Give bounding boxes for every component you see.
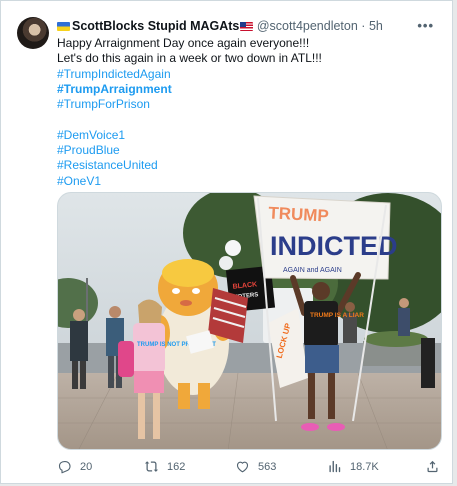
tweet-header: ScottBlocks Stupid MAGAts @scott4pendlet…	[57, 17, 438, 35]
views-chart-icon	[329, 460, 341, 473]
banner-small-text: AGAIN and AGAIN	[283, 267, 342, 274]
views-count: 18.7K	[350, 460, 379, 473]
repost-count: 162	[167, 460, 186, 473]
ukraine-flag-icon	[57, 22, 70, 31]
heart-icon	[236, 461, 249, 473]
text-line: Happy Arraignment Day once again everyon…	[57, 36, 310, 50]
tweet-card[interactable]: ScottBlocks Stupid MAGAts @scott4pendlet…	[0, 0, 453, 484]
handle[interactable]: @scott4pendleton	[257, 19, 358, 33]
hashtag-link[interactable]: #TrumpForPrison	[57, 97, 436, 112]
hashtag-link[interactable]: #TrumpArraignment	[57, 82, 436, 97]
hashtag-link[interactable]: #ResistanceUnited	[57, 158, 436, 173]
separator: ·	[361, 19, 366, 33]
street-sign	[421, 338, 435, 388]
repost-action[interactable]: 162	[144, 459, 185, 474]
shirt-text: TRUMP IS A LIAR	[310, 312, 364, 319]
reply-action[interactable]: 20	[57, 459, 92, 474]
display-name[interactable]: ScottBlocks Stupid MAGAts	[72, 19, 239, 33]
like-action[interactable]: 563	[235, 459, 276, 474]
tweet-actions: 20 162 563 18.7K	[57, 459, 442, 475]
us-flag-icon	[240, 22, 254, 31]
banner-top-text: TRUMP	[268, 203, 329, 225]
reply-icon	[58, 460, 71, 474]
timestamp[interactable]: 5h	[369, 19, 383, 33]
share-icon	[427, 460, 438, 473]
bush	[364, 331, 428, 347]
like-count: 563	[258, 460, 277, 473]
tweet-photo[interactable]: BLACK VOTERS LOCK UP TRUMP INDICTED AGAI…	[57, 192, 442, 450]
repost-icon	[144, 461, 159, 472]
protest-photo: BLACK VOTERS LOCK UP TRUMP INDICTED AGAI…	[58, 193, 441, 449]
hashtag-link[interactable]: #OneV1	[57, 174, 436, 189]
tweet-text: Happy Arraignment Day once again everyon…	[57, 36, 436, 189]
white-balloon	[219, 256, 233, 270]
share-action[interactable]	[425, 459, 440, 474]
text-line: Let's do this again in a week or two dow…	[57, 51, 322, 66]
hashtag-link[interactable]: #TrumpIndictedAgain	[57, 67, 436, 82]
reply-count: 20	[80, 460, 93, 473]
hashtag-link[interactable]: #ProudBlue	[57, 143, 436, 158]
more-options-icon[interactable]: •••	[417, 17, 434, 35]
views-action[interactable]: 18.7K	[327, 459, 379, 474]
sidewalk	[58, 373, 441, 449]
white-balloon	[225, 240, 241, 256]
avatar[interactable]	[17, 17, 49, 49]
hashtag-link[interactable]: #DemVoice1	[57, 128, 436, 143]
